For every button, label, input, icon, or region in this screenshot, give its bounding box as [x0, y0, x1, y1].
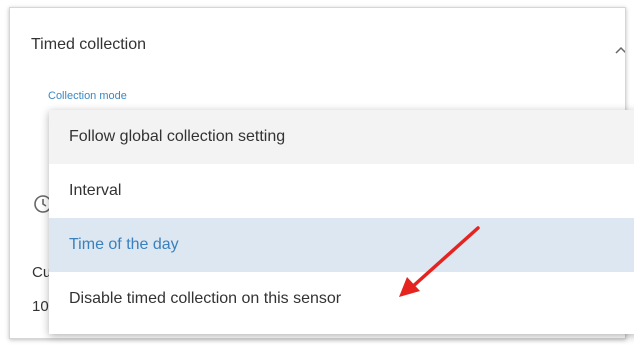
option-time-of-day[interactable]: Time of the day [49, 218, 634, 272]
chevron-up-icon[interactable] [614, 45, 626, 55]
collection-mode-label: Collection mode [48, 90, 127, 102]
option-follow-global[interactable]: Follow global collection setting [49, 110, 634, 164]
partial-text-value: 10 [32, 298, 49, 315]
red-arrow-annotation [399, 226, 480, 297]
option-interval[interactable]: Interval [49, 164, 634, 218]
collection-mode-dropdown-menu: Follow global collection setting Interva… [49, 110, 634, 334]
option-disable-timed-collection[interactable]: Disable timed collection on this sensor [49, 272, 634, 326]
panel-title: Timed collection [31, 36, 147, 53]
